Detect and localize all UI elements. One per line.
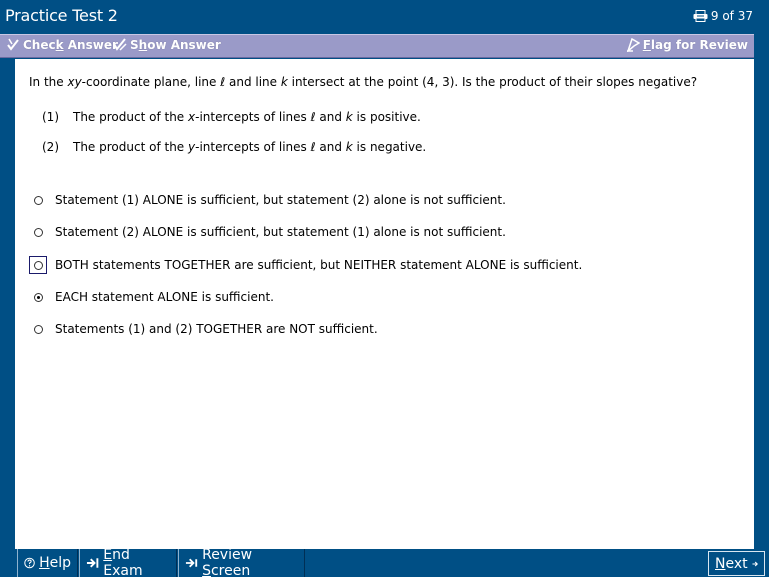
next-button[interactable]: Next — [708, 551, 765, 576]
end-exam-button[interactable]: End Exam — [79, 547, 177, 577]
statement-2: (2) The product of the y-intercepts of l… — [42, 139, 426, 155]
question-panel: In the xy-coordinate plane, line ℓ and l… — [15, 59, 754, 549]
answer-option-label: Statements (1) and (2) TOGETHER are NOT … — [55, 322, 378, 336]
title-bar: Practice Test 2 9 of 37 — [0, 0, 769, 33]
bottom-nav-bar: Help End Exam Review Screen Next — [0, 547, 769, 577]
answer-option-b[interactable]: Statement (2) ALONE is sufficient, but s… — [29, 222, 506, 242]
answer-option-d[interactable]: EACH statement ALONE is sufficient. — [29, 287, 274, 307]
flag-for-review-button[interactable]: Flag for Review — [626, 38, 748, 52]
statement-number: (2) — [42, 140, 59, 154]
radio-wrap — [29, 288, 47, 306]
arrow-right-icon — [752, 561, 758, 566]
radio-button[interactable] — [33, 324, 43, 334]
answer-option-a[interactable]: Statement (1) ALONE is sufficient, but s… — [29, 190, 506, 210]
help-button[interactable]: Help — [17, 549, 78, 577]
question-stem: In the xy-coordinate plane, line ℓ and l… — [29, 75, 698, 89]
answer-option-label: Statement (2) ALONE is sufficient, but s… — [55, 225, 506, 239]
end-exam-label: End Exam — [103, 547, 143, 577]
review-screen-button[interactable]: Review Screen — [178, 547, 305, 577]
question-counter-text: 9 of 37 — [710, 9, 753, 23]
check-answer-icon — [7, 38, 19, 51]
window-title: Practice Test 2 — [5, 6, 118, 25]
question-counter: 9 of 37 — [693, 9, 753, 23]
radio-button[interactable] — [33, 260, 43, 270]
statement-text: The product of the x-intercepts of lines… — [73, 110, 421, 124]
review-screen-label: Review Screen — [202, 547, 253, 577]
radio-button[interactable] — [33, 227, 43, 237]
help-icon — [24, 557, 35, 569]
statement-number: (1) — [42, 110, 59, 124]
answer-option-e[interactable]: Statements (1) and (2) TOGETHER are NOT … — [29, 319, 378, 339]
answer-option-c[interactable]: BOTH statements TOGETHER are sufficient,… — [29, 255, 582, 275]
review-screen-icon — [185, 558, 198, 568]
check-answer-button[interactable]: Check Answer — [6, 38, 118, 52]
toolbar: Check Answer Show Answer Flag for Review — [0, 34, 754, 58]
radio-wrap — [29, 191, 47, 209]
radio-button[interactable] — [33, 292, 43, 302]
answer-option-label: Statement (1) ALONE is sufficient, but s… — [55, 193, 506, 207]
radio-wrap — [29, 256, 47, 274]
show-answer-button[interactable]: Show Answer — [113, 38, 221, 52]
check-answer-label: Check Answer — [23, 38, 118, 52]
statement-1: (1) The product of the x-intercepts of l… — [42, 109, 421, 125]
show-answer-label: Show Answer — [130, 38, 221, 52]
exam-window: Practice Test 2 9 of 37 Check Answer Sho… — [0, 0, 769, 577]
show-answer-icon — [113, 38, 127, 51]
flag-icon — [626, 38, 640, 52]
end-exam-icon — [86, 558, 99, 568]
help-label: Help — [39, 555, 71, 571]
next-label: Next — [715, 555, 748, 572]
statement-text: The product of the y-intercepts of lines… — [73, 140, 427, 154]
answer-option-label: BOTH statements TOGETHER are sufficient,… — [55, 258, 583, 272]
flag-for-review-label: Flag for Review — [642, 38, 748, 52]
answer-option-label: EACH statement ALONE is sufficient. — [55, 290, 274, 304]
printer-icon — [693, 10, 708, 22]
radio-wrap — [29, 223, 47, 241]
radio-wrap — [29, 320, 47, 338]
radio-button[interactable] — [33, 195, 43, 205]
